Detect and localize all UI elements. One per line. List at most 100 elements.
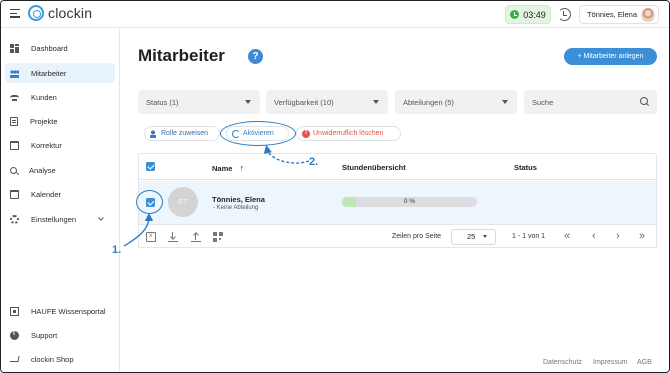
search-input[interactable]: Suche [524, 90, 657, 114]
sidebar-item-kalender[interactable]: Kalender [5, 184, 115, 204]
calendar-edit-icon [10, 140, 19, 150]
imprint-link[interactable]: Impressum [593, 359, 628, 366]
privacy-link[interactable]: Datenschutz [543, 359, 582, 366]
terms-link[interactable]: AGB [637, 359, 652, 366]
help-icon[interactable]: ? [248, 49, 263, 64]
status-filter[interactable]: Status (1) [138, 90, 260, 114]
employee-table: Name ↑ Stundenübersicht Status ET Tönnie… [138, 153, 657, 248]
next-page-icon[interactable]: › [616, 230, 620, 242]
sort-ascending-icon: ↑ [239, 163, 245, 173]
user-role-icon [150, 129, 158, 138]
clockin-logo-icon [28, 5, 44, 21]
annotation-step2-label: 2. [309, 156, 319, 168]
annotation-ring-step1 [136, 190, 163, 214]
hours-progress-label: 0 % [403, 198, 416, 205]
assign-role-label: Rolle zuweisen [161, 130, 209, 137]
first-page-icon[interactable]: « [564, 230, 570, 242]
calendar-icon [10, 189, 19, 199]
sidebar-item-analyse[interactable]: Analyse [5, 160, 115, 180]
sidebar-item-kunden[interactable]: Kunden [5, 87, 115, 107]
app-logo[interactable]: clockin [28, 5, 92, 21]
sidebar-item-label: Mitarbeiter [31, 68, 67, 78]
hours-progress-bar: 0 % [342, 197, 477, 207]
menu-icon[interactable] [10, 9, 20, 18]
user-menu[interactable]: Tönnies, Elena [579, 5, 659, 24]
sidebar-item-dashboard[interactable]: Dashboard [5, 38, 115, 58]
rows-per-page-select[interactable]: 25 [451, 229, 496, 245]
employee-name[interactable]: Tönnies, Elena [212, 195, 265, 204]
sidebar-item-label: Kunden [31, 92, 57, 102]
sidebar-item-label: Kalender [31, 189, 62, 199]
prev-page-icon[interactable]: ‹ [592, 230, 596, 242]
last-page-icon[interactable]: » [639, 230, 645, 242]
search-icon [640, 97, 648, 105]
sidebar-item-korrektur[interactable]: Korrektur [5, 135, 115, 155]
info-icon [10, 330, 19, 340]
sidebar-item-projekte[interactable]: Projekte [5, 111, 115, 131]
caret-down-icon [373, 100, 379, 104]
sidebar: Dashboard Mitarbeiter Kunden Projekte Ko… [1, 28, 120, 372]
search-placeholder: Suche [532, 97, 554, 107]
user-name: Tönnies, Elena [586, 10, 637, 19]
departments-filter[interactable]: Abteilungen (5) [395, 90, 517, 114]
sidebar-item-einstellungen[interactable]: Einstellungen [5, 209, 115, 229]
excel-export-icon[interactable] [146, 232, 156, 242]
status-filter-label: Status (1) [146, 97, 179, 107]
caret-down-icon [245, 100, 251, 104]
dashboard-icon [10, 43, 19, 53]
sidebar-item-label: Analyse [29, 165, 56, 175]
column-header-name[interactable]: Name ↑ [212, 163, 244, 173]
availability-filter-label: Verfügbarkeit (10) [274, 97, 334, 107]
sidebar-item-shop[interactable]: clockin Shop [5, 349, 115, 369]
sidebar-item-mitarbeiter[interactable]: Mitarbeiter [5, 63, 115, 83]
select-all-checkbox[interactable] [146, 162, 155, 171]
upload-icon[interactable] [191, 232, 201, 242]
warning-icon [302, 129, 310, 138]
employee-department: - Keine Abteilung [213, 205, 259, 211]
clock-icon [510, 10, 520, 19]
column-header-status: Status [514, 163, 537, 172]
column-header-hours: Stundenübersicht [342, 163, 406, 172]
departments-filter-label: Abteilungen (5) [403, 97, 454, 107]
sidebar-item-label: Einstellungen [31, 214, 77, 224]
sidebar-item-label: clockin Shop [31, 354, 74, 364]
cart-icon [9, 356, 20, 362]
sidebar-item-label: Support [31, 330, 58, 340]
table-row[interactable]: ET Tönnies, Elena - Keine Abteilung 0 % [139, 181, 656, 225]
gear-icon [10, 214, 19, 224]
time-tracker-button[interactable]: 03:49 [505, 5, 551, 24]
history-icon[interactable] [558, 8, 571, 21]
annotation-step1-label: 1. [112, 244, 122, 256]
timer-value: 03:49 [523, 9, 546, 20]
avatar: ET [168, 187, 198, 217]
delete-label: Unwiderruflich löschen [313, 130, 384, 137]
assign-role-button[interactable]: Rolle zuweisen [144, 126, 220, 141]
sidebar-item-label: Dashboard [31, 43, 68, 53]
pagination-range: 1 - 1 von 1 [512, 233, 546, 240]
avatar [641, 7, 655, 22]
sidebar-item-label: HAUFE Wissensportal [31, 306, 106, 316]
sidebar-item-label: Korrektur [31, 140, 62, 150]
book-icon [10, 306, 19, 316]
sidebar-item-haufe[interactable]: HAUFE Wissensportal [5, 301, 115, 321]
app-window: clockin 03:49 Tönnies, Elena Dashboard M… [0, 0, 670, 373]
download-icon[interactable] [168, 232, 178, 242]
rows-per-page-value: 25 [467, 232, 476, 241]
page-title: Mitarbeiter [138, 46, 225, 65]
table-footer: Zeilen pro Seite 25 1 - 1 von 1 « ‹ › » [139, 226, 656, 247]
sidebar-item-support[interactable]: Support [5, 325, 115, 345]
caret-down-icon [483, 235, 487, 238]
delete-button[interactable]: Unwiderruflich löschen [296, 126, 401, 141]
column-header-name-label: Name [212, 164, 233, 173]
top-bar: clockin 03:49 Tönnies, Elena [1, 1, 669, 28]
handshake-icon [10, 95, 19, 101]
qr-code-icon[interactable] [213, 232, 223, 242]
annotation-ring-step2 [220, 121, 296, 146]
chevron-down-icon [98, 215, 104, 221]
document-icon [10, 116, 18, 126]
team-icon [10, 68, 19, 78]
table-header: Name ↑ Stundenübersicht Status [139, 154, 656, 180]
sidebar-item-label: Projekte [30, 116, 58, 126]
add-employee-button[interactable]: + Mitarbeiter anlegen [564, 48, 657, 65]
availability-filter[interactable]: Verfügbarkeit (10) [266, 90, 388, 114]
